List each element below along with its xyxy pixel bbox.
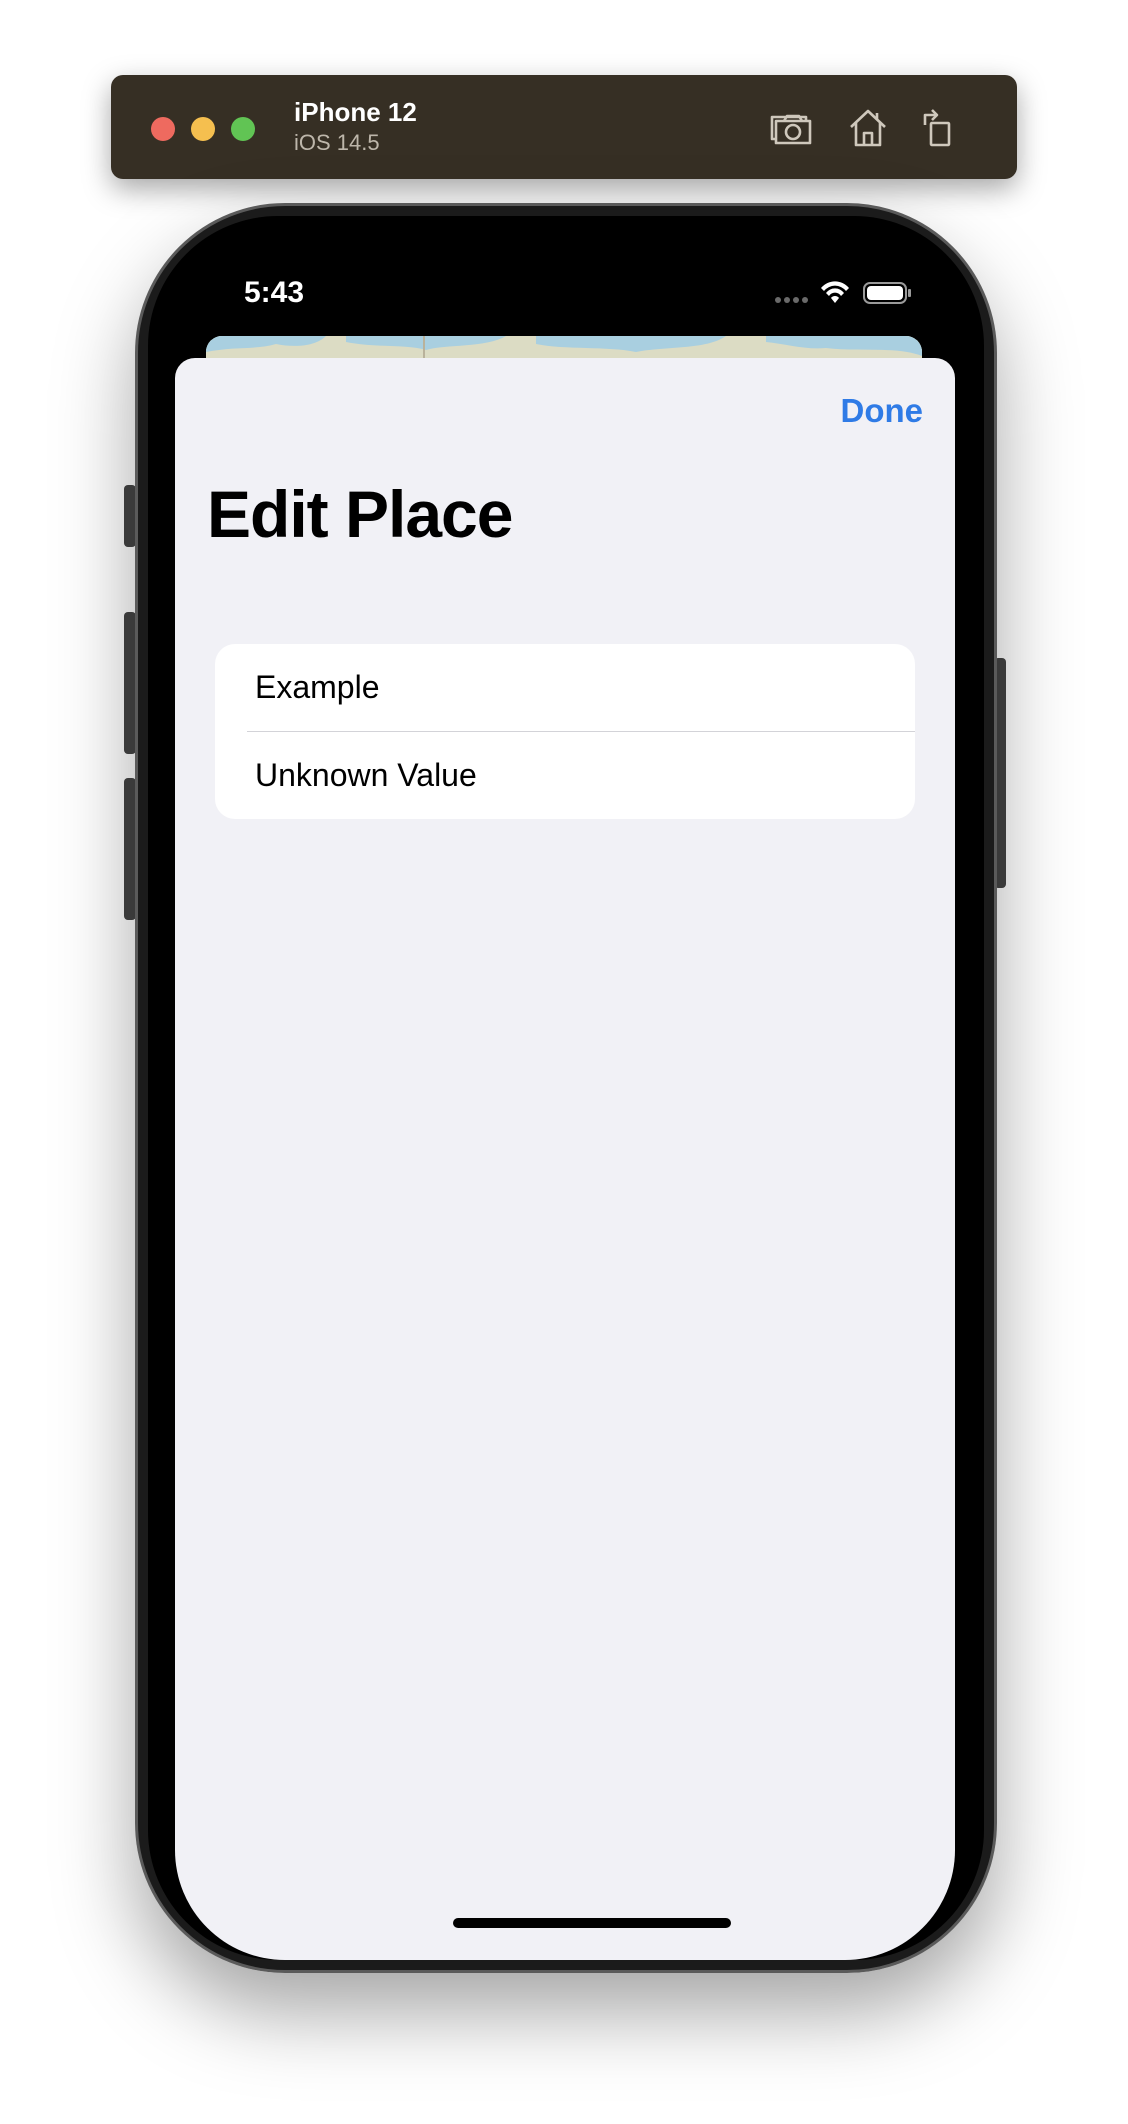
minimize-window-button[interactable]: [191, 117, 215, 141]
close-window-button[interactable]: [151, 117, 175, 141]
phone-screen: 5:43 Done Edit Place Example Unknown Val…: [148, 216, 984, 1960]
status-time: 5:43: [244, 276, 305, 309]
list-item-unknown-value[interactable]: Unknown Value: [215, 732, 915, 819]
home-icon[interactable]: [845, 105, 891, 151]
wifi-icon: [821, 281, 849, 303]
battery-icon: [863, 282, 911, 304]
done-button[interactable]: Done: [841, 392, 924, 430]
device-name: iPhone 12: [294, 97, 417, 127]
simulator-title-bar: iPhone 12 iOS 14.5: [111, 75, 1017, 179]
status-icons: [774, 278, 914, 308]
os-version: iOS 14.5: [294, 130, 380, 155]
page-title: Edit Place: [207, 477, 513, 551]
signal-icon: [775, 297, 808, 303]
place-details-list: Example Unknown Value: [215, 644, 915, 819]
edit-place-sheet: Done Edit Place Example Unknown Value: [175, 358, 955, 1960]
zoom-window-button[interactable]: [231, 117, 255, 141]
list-item-example[interactable]: Example: [215, 644, 915, 731]
screenshot-icon[interactable]: [768, 105, 814, 151]
rotate-icon[interactable]: [917, 105, 963, 151]
status-icons-graphic: [775, 281, 911, 304]
home-indicator[interactable]: [453, 1918, 731, 1928]
